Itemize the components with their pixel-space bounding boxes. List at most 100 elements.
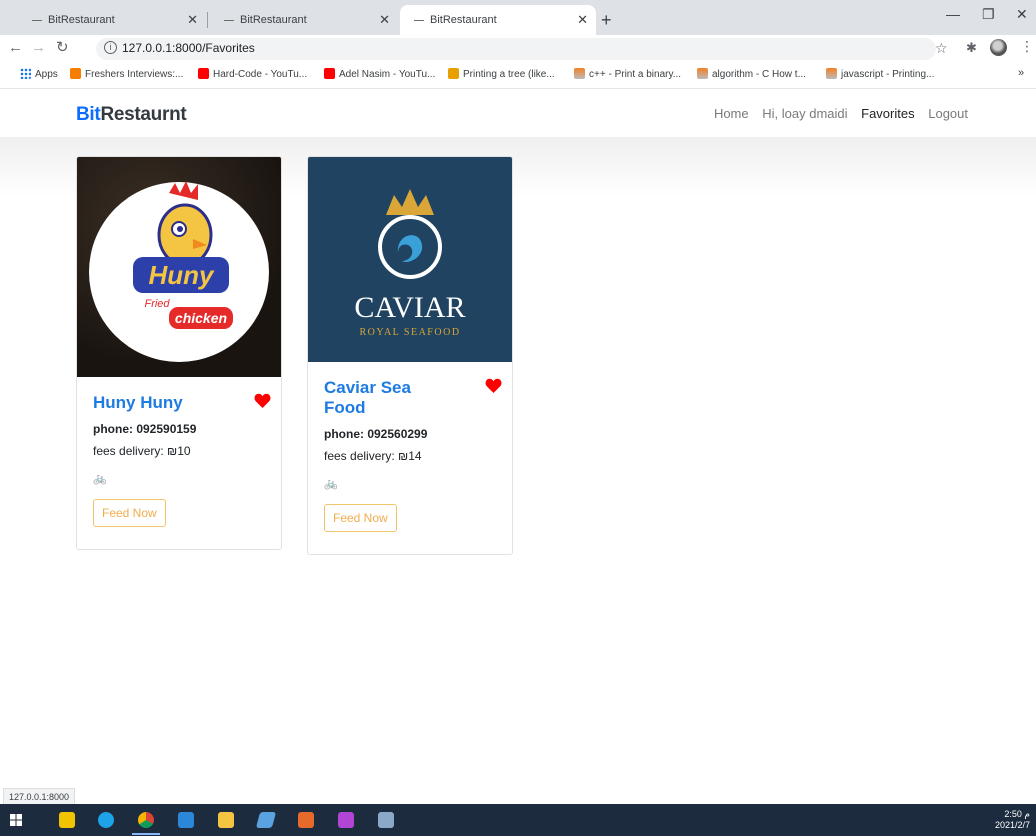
bicycle-icon: 🚲 (324, 478, 338, 490)
site-navbar: BitRestaurnt Home Hi, loay dmaidi Favori… (0, 89, 1036, 137)
stackoverflow-icon (826, 68, 837, 79)
card-body: Huny Huny phone: 092590159 fees delivery… (77, 377, 281, 549)
chrome-menu-icon[interactable]: ⋮ (1020, 38, 1034, 55)
heart-icon[interactable] (485, 378, 502, 393)
bookmark-freshers[interactable]: Freshers Interviews:... (70, 68, 183, 80)
tab-strip: BitRestaurant ✕ BitRestaurant ✕ BitResta… (0, 0, 1036, 35)
bookmark-label: Hard-Code - YouTu... (213, 69, 308, 80)
restaurant-name[interactable]: Caviar Sea Food (324, 378, 424, 418)
restaurant-phone: phone: 092590159 (93, 422, 197, 436)
browser-tab-1[interactable]: BitRestaurant ✕ (18, 5, 206, 35)
restaurant-name[interactable]: Huny Huny (93, 393, 235, 413)
tab-favicon-icon (224, 20, 234, 21)
chrome-icon[interactable] (138, 812, 154, 828)
nav-logout-link[interactable]: Logout (928, 106, 968, 121)
tab-close-icon[interactable]: ✕ (187, 5, 198, 35)
bookmark-star-icon[interactable]: ☆ (935, 40, 948, 57)
address-bar[interactable]: i 127.0.0.1:8000/Favorites (96, 38, 936, 60)
feed-now-button[interactable]: Feed Now (324, 504, 397, 532)
nav-greeting: Hi, loay dmaidi (762, 106, 848, 121)
forward-icon[interactable]: → (31, 38, 46, 58)
browser-tab-2[interactable]: BitRestaurant ✕ (210, 5, 398, 35)
windows-start-icon[interactable] (10, 814, 22, 826)
more-bookmarks-icon[interactable]: » (1018, 67, 1024, 79)
phpstorm-icon[interactable] (338, 812, 354, 828)
system-clock[interactable]: 2:50 م 2021/2/7 (995, 809, 1030, 831)
delivery-fees: fees delivery: ₪10 (93, 444, 191, 458)
brand-prefix: Bit (76, 104, 101, 125)
tab-close-icon[interactable]: ✕ (379, 5, 390, 35)
store-icon[interactable] (59, 812, 75, 828)
app-icon[interactable] (255, 812, 277, 828)
feed-now-button[interactable]: Feed Now (93, 499, 166, 527)
tab-close-icon[interactable]: ✕ (577, 5, 588, 35)
restaurant-logo-image: Huny Fried chicken (77, 157, 281, 377)
edge-icon[interactable] (98, 812, 114, 828)
address-url: 127.0.0.1:8000/Favorites (122, 41, 255, 55)
app-icon[interactable] (378, 812, 394, 828)
browser-tab-3[interactable]: BitRestaurant ✕ (400, 5, 596, 35)
new-tab-icon[interactable]: + (601, 5, 612, 35)
bookmark-javascript[interactable]: javascript - Printing... (826, 68, 934, 80)
logo-text: CAVIAR (354, 291, 465, 324)
logo-text: ROYAL SEAFOOD (359, 327, 460, 338)
youtube-icon (198, 68, 209, 79)
caviar-logo-graphic: CAVIAR ROYAL SEAFOOD (354, 189, 466, 338)
windows-taskbar: 2:50 م 2021/2/7 (0, 804, 1036, 836)
restaurant-logo-image: CAVIAR ROYAL SEAFOOD (308, 157, 512, 362)
restore-icon[interactable]: ❐ (982, 6, 995, 23)
heart-icon[interactable] (254, 393, 271, 408)
tab-favicon-icon (32, 20, 42, 21)
tree-icon (448, 68, 459, 79)
bookmark-label: algorithm - C How t... (712, 69, 806, 80)
tab-title: BitRestaurant (240, 14, 307, 26)
clock-time: 2:50 م (1004, 809, 1030, 819)
bookmark-printing-tree[interactable]: Printing a tree (like... (448, 68, 555, 80)
profile-avatar[interactable] (990, 39, 1007, 56)
bookmark-algorithm[interactable]: algorithm - C How t... (697, 68, 806, 80)
card-body: Caviar Sea Food phone: 092560299 fees de… (308, 362, 512, 554)
xampp-icon[interactable] (298, 812, 314, 828)
bookmark-label: Printing a tree (like... (463, 69, 555, 80)
bicycle-icon: 🚲 (93, 473, 107, 485)
blogger-icon (70, 68, 81, 79)
huny-logo-graphic: Huny Fried chicken (89, 181, 269, 362)
logo-text: Huny (149, 260, 216, 290)
restaurant-card: CAVIAR ROYAL SEAFOOD Caviar Sea Food pho… (307, 156, 513, 555)
nav-home-link[interactable]: Home (714, 106, 749, 121)
bookmark-label: c++ - Print a binary... (589, 69, 682, 80)
restaurant-phone: phone: 092560299 (324, 427, 428, 441)
window-close-icon[interactable]: ✕ (1016, 6, 1028, 23)
reload-icon[interactable]: ↻ (56, 38, 69, 58)
tab-title: BitRestaurant (48, 14, 115, 26)
bookmark-hardcode[interactable]: Hard-Code - YouTu... (198, 68, 307, 80)
active-app-indicator (132, 833, 160, 835)
restaurant-card: Huny Fried chicken Huny Huny phone: 0925… (76, 156, 282, 550)
brand-logo[interactable]: BitRestaurnt (76, 104, 187, 126)
bookmark-label: Adel Nasim - YouTu... (339, 69, 436, 80)
nav-favorites-link[interactable]: Favorites (861, 106, 914, 121)
file-explorer-icon[interactable] (218, 812, 234, 828)
extensions-icon[interactable]: ✱ (966, 40, 977, 56)
apps-grid-icon (20, 68, 31, 79)
bookmark-adel[interactable]: Adel Nasim - YouTu... (324, 68, 435, 80)
logo-text: Fried (144, 298, 170, 310)
bookmark-label: javascript - Printing... (841, 69, 935, 80)
tab-title: BitRestaurant (430, 14, 497, 26)
bookmark-cpp[interactable]: c++ - Print a binary... (574, 68, 681, 80)
minimize-icon[interactable]: — (946, 6, 960, 22)
brand-name: Restaurnt (100, 104, 187, 125)
mail-icon[interactable] (178, 812, 194, 828)
browser-toolbar: ← → ↻ i 127.0.0.1:8000/Favorites (0, 35, 1036, 63)
site-info-icon[interactable]: i (104, 41, 117, 54)
bookmark-label: Apps (35, 69, 58, 80)
back-icon[interactable]: ← (8, 38, 23, 58)
nav-links: Home Hi, loay dmaidi Favorites Logout (704, 106, 968, 121)
clock-date: 2021/2/7 (994, 820, 1030, 830)
bookmark-apps[interactable]: Apps (20, 68, 58, 80)
tab-favicon-icon (414, 20, 424, 21)
bookmark-label: Freshers Interviews:... (85, 69, 184, 80)
stackoverflow-icon (574, 68, 585, 79)
stackoverflow-icon (697, 68, 708, 79)
logo-text: chicken (175, 310, 227, 326)
